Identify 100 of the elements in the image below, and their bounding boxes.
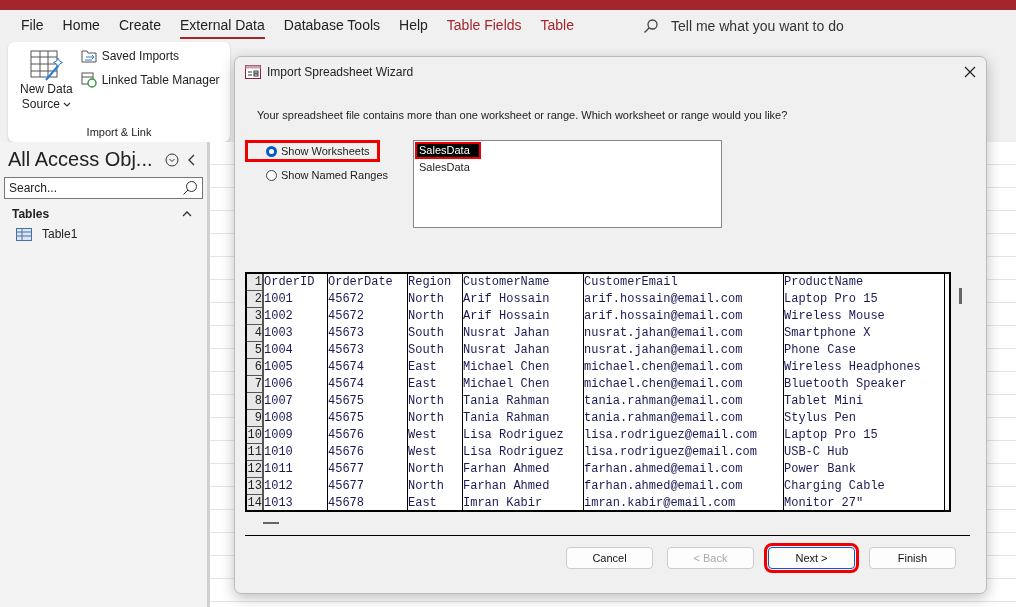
- table-cell: Laptop Pro 15: [784, 427, 945, 444]
- table-cell: Imran Kabir: [463, 495, 584, 510]
- table-cell: CustomerName: [463, 274, 584, 291]
- table-cell: 45675: [328, 410, 408, 427]
- table-cell: North: [408, 291, 463, 308]
- table-cell: farhan.ahmed@email.com: [584, 461, 784, 478]
- scroll-thumb[interactable]: [959, 288, 962, 304]
- table-cell: USB-C Hub: [784, 444, 945, 461]
- menu-tab[interactable]: Help: [399, 13, 428, 39]
- table-cell: OrderID: [264, 274, 328, 291]
- table-icon: [16, 227, 32, 241]
- search-field[interactable]: Search...: [4, 177, 203, 199]
- table-cell: Michael Chen: [463, 376, 584, 393]
- table-item[interactable]: Table1: [4, 221, 203, 247]
- dropdown-icon[interactable]: [164, 152, 179, 167]
- table-cell: Nusrat Jahan: [463, 342, 584, 359]
- table-cell: 1005: [264, 359, 328, 376]
- table-cell: imran.kabir@email.com: [584, 495, 784, 510]
- new-data-source-button[interactable]: New Data Source: [20, 48, 73, 112]
- radio-option[interactable]: Show Worksheets: [245, 140, 381, 162]
- row-number: 1: [247, 274, 264, 291]
- form-icon: [245, 65, 261, 79]
- table-cell: 45675: [328, 393, 408, 410]
- table-cell: 1001: [264, 291, 328, 308]
- group-label: Import & Link: [86, 126, 152, 138]
- menu-tab[interactable]: File: [21, 13, 44, 39]
- table-cell: OrderDate: [328, 274, 408, 291]
- table-cell: Arif Hossain: [463, 291, 584, 308]
- menu-tab[interactable]: External Data: [179, 13, 265, 39]
- table-cell: 1012: [264, 478, 328, 495]
- table-cell: 45672: [328, 291, 408, 308]
- table-cell: Smartphone X: [784, 325, 945, 342]
- table-cell: West: [408, 444, 463, 461]
- table-cell: North: [408, 461, 463, 478]
- row-number: 5: [247, 342, 264, 359]
- table-cell: nusrat.jahan@email.com: [584, 325, 784, 342]
- table-cell: North: [408, 410, 463, 427]
- row-number: 8: [247, 393, 264, 410]
- table-cell: 45673: [328, 342, 408, 359]
- table-cell: East: [408, 495, 463, 510]
- table-cell: CustomerEmail: [584, 274, 784, 291]
- table-cell: North: [408, 308, 463, 325]
- table-wand-icon: [29, 48, 64, 82]
- table-cell: Lisa Rodriguez: [463, 427, 584, 444]
- table-cell: Stylus Pen: [784, 410, 945, 427]
- linked-table-manager-button[interactable]: Linked Table Manager: [80, 72, 220, 88]
- table-cell: michael.chen@email.com: [584, 376, 784, 393]
- table-cell: lisa.rodriguez@email.com: [584, 444, 784, 461]
- table-cell: Michael Chen: [463, 359, 584, 376]
- table-cell: South: [408, 342, 463, 359]
- menu-tab[interactable]: Table: [540, 13, 574, 39]
- chevron-down-icon: [62, 101, 71, 108]
- menu-tab[interactable]: Table Fields: [446, 13, 522, 39]
- table-cell: 45676: [328, 444, 408, 461]
- table-cell: nusrat.jahan@email.com: [584, 342, 784, 359]
- sheet-item[interactable]: SalesData: [415, 159, 720, 176]
- table-cell: arif.hossain@email.com: [584, 291, 784, 308]
- menu-tab[interactable]: Home: [62, 13, 100, 39]
- table-cell: 45677: [328, 478, 408, 495]
- table-cell: 45672: [328, 308, 408, 325]
- saved-imports-button[interactable]: Saved Imports: [80, 48, 220, 64]
- tell-me-field[interactable]: Tell me what you want to do: [671, 18, 844, 34]
- table-cell: 1002: [264, 308, 328, 325]
- table-cell: Tania Rahman: [463, 393, 584, 410]
- table-cell: tania.rahman@email.com: [584, 410, 784, 427]
- dialog-button[interactable]: Cancel: [566, 547, 653, 569]
- table-cell: North: [408, 393, 463, 410]
- table-cell: Bluetooth Speaker: [784, 376, 945, 393]
- search-icon: [643, 18, 659, 34]
- menu-tab[interactable]: Create: [118, 13, 161, 39]
- row-number: 11: [247, 444, 264, 461]
- row-number: 2: [247, 291, 264, 308]
- menu-tab[interactable]: Database Tools: [283, 13, 381, 39]
- table-cell: michael.chen@email.com: [584, 359, 784, 376]
- table-cell: Power Bank: [784, 461, 945, 478]
- row-number: 4: [247, 325, 264, 342]
- table-cell: 45674: [328, 376, 408, 393]
- table-cell: Tania Rahman: [463, 410, 584, 427]
- table-cell: 45677: [328, 461, 408, 478]
- table-cell: 1008: [264, 410, 328, 427]
- radio-option[interactable]: Show Named Ranges: [245, 164, 395, 186]
- scroll-thumb[interactable]: [263, 522, 279, 524]
- table-cell: Phone Case: [784, 342, 945, 359]
- table-cell: Tablet Mini: [784, 393, 945, 410]
- table-cell: Wireless Mouse: [784, 308, 945, 325]
- table-cell: Arif Hossain: [463, 308, 584, 325]
- sheet-item[interactable]: SalesData: [415, 142, 481, 159]
- section-header[interactable]: Tables: [4, 207, 203, 221]
- table-cell: 1004: [264, 342, 328, 359]
- row-number: 3: [247, 308, 264, 325]
- table-cell: Monitor 27": [784, 495, 945, 510]
- table-cell: 45676: [328, 427, 408, 444]
- table-cell: Wireless Headphones: [784, 359, 945, 376]
- table-cell: 1007: [264, 393, 328, 410]
- row-number: 10: [247, 427, 264, 444]
- table-cell: tania.rahman@email.com: [584, 393, 784, 410]
- close-icon[interactable]: [964, 66, 976, 78]
- table-cell: 1011: [264, 461, 328, 478]
- dialog-button[interactable]: Finish: [869, 547, 956, 569]
- collapse-icon[interactable]: [186, 152, 197, 167]
